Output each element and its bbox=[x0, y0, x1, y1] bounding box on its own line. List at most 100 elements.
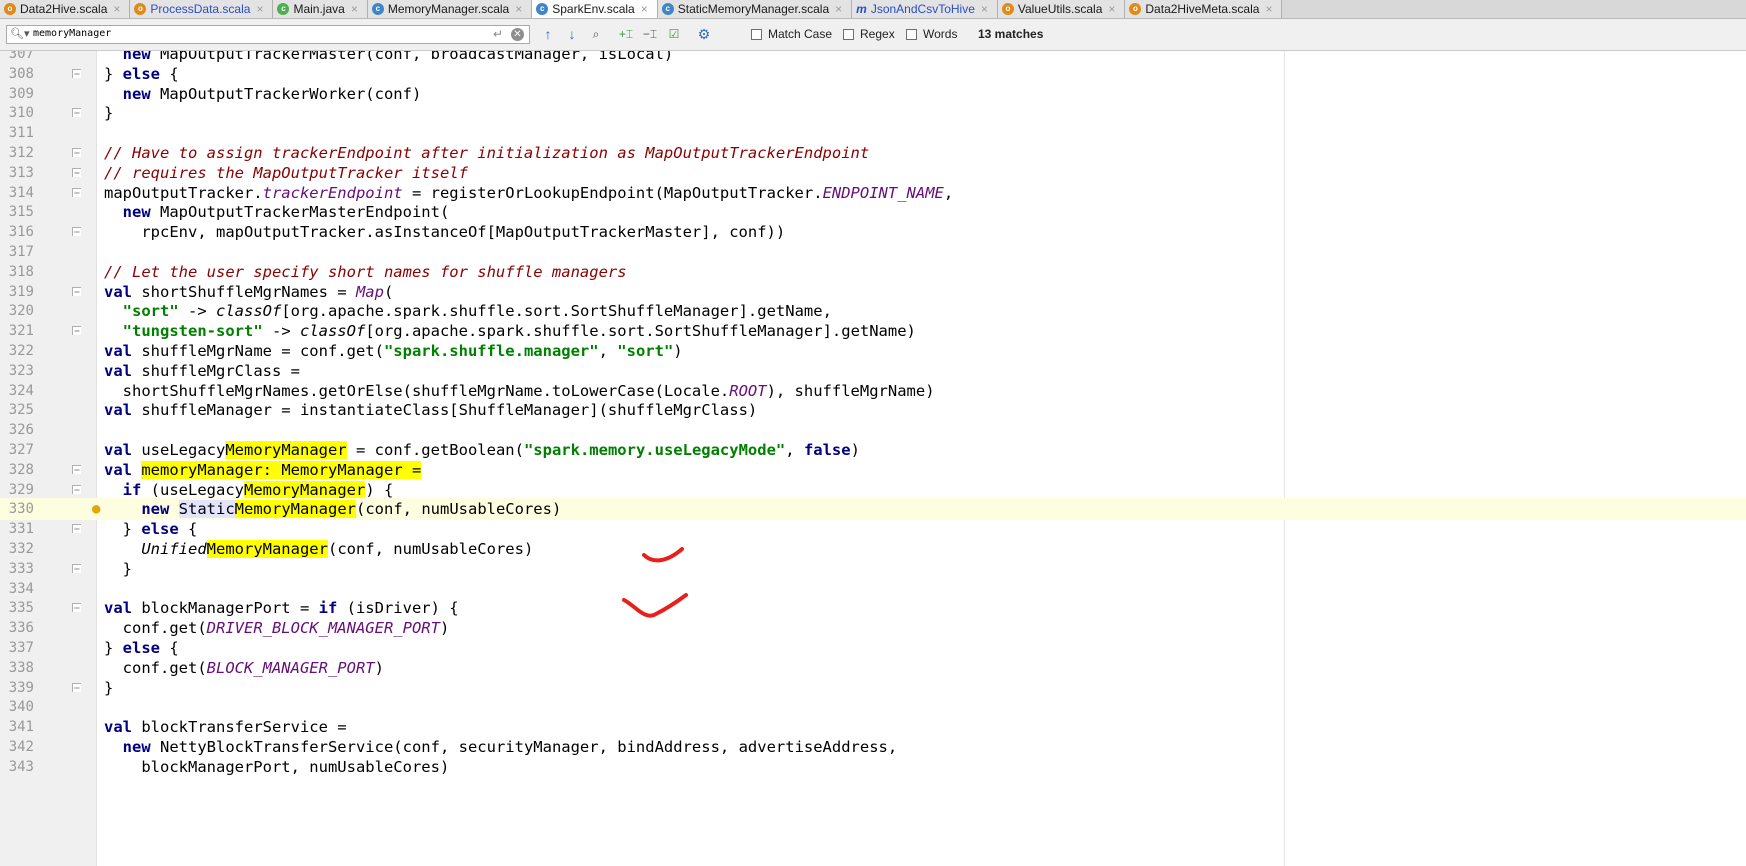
line-number[interactable]: 341 bbox=[0, 716, 34, 738]
line-number[interactable]: 334 bbox=[0, 578, 34, 600]
line-number[interactable]: 337 bbox=[0, 637, 34, 659]
code-line[interactable]: 310} bbox=[0, 102, 1746, 124]
code-line[interactable]: 314 mapOutputTracker.trackerEndpoint = re… bbox=[0, 182, 1746, 204]
code-line[interactable]: 323 val shuffleMgrClass = bbox=[0, 360, 1746, 382]
code-line[interactable]: 318 // Let the user specify short names f… bbox=[0, 261, 1746, 283]
code-editor[interactable]: 307 new MapOutputTrackerMaster(conf, bro… bbox=[0, 51, 1746, 866]
code-line[interactable]: 312 // Have to assign trackerEndpoint aft… bbox=[0, 142, 1746, 164]
code-line[interactable]: 335 val blockManagerPort = if (isDriver) … bbox=[0, 597, 1746, 619]
close-tab-icon[interactable]: × bbox=[1265, 2, 1272, 16]
line-number[interactable]: 313 bbox=[0, 162, 34, 184]
tab-sparkenv-scala[interactable]: c SparkEnv.scala × bbox=[532, 0, 658, 18]
line-number[interactable]: 330 bbox=[0, 498, 34, 520]
line-number[interactable]: 325 bbox=[0, 399, 34, 421]
fold-end-icon[interactable] bbox=[72, 326, 81, 336]
words-checkbox[interactable]: Words bbox=[906, 27, 957, 41]
close-tab-icon[interactable]: × bbox=[1108, 2, 1115, 16]
fold-open-icon[interactable] bbox=[72, 524, 81, 534]
tab-memorymanager-scala[interactable]: c MemoryManager.scala × bbox=[367, 0, 533, 18]
code-line[interactable]: 338 conf.get(BLOCK_MANAGER_PORT) bbox=[0, 657, 1746, 679]
code-line[interactable]: 324 shortShuffleMgrNames.getOrElse(shuff… bbox=[0, 380, 1746, 402]
code-line[interactable]: 320 "sort" -> classOf[org.apache.spark.s… bbox=[0, 300, 1746, 322]
line-number[interactable]: 314 bbox=[0, 182, 34, 204]
line-number[interactable]: 338 bbox=[0, 657, 34, 679]
tab-data2hive-scala[interactable]: o Data2Hive.scala × bbox=[0, 0, 131, 18]
clear-search-icon[interactable]: ✕ bbox=[511, 28, 524, 41]
code-line[interactable]: 334 bbox=[0, 578, 1746, 600]
line-number[interactable]: 318 bbox=[0, 261, 34, 283]
line-number[interactable]: 342 bbox=[0, 736, 34, 758]
line-number[interactable]: 311 bbox=[0, 122, 34, 144]
code-line[interactable]: 317 bbox=[0, 241, 1746, 263]
close-tab-icon[interactable]: × bbox=[113, 2, 120, 16]
close-tab-icon[interactable]: × bbox=[256, 2, 263, 16]
fold-end-icon[interactable] bbox=[72, 563, 81, 573]
line-number[interactable]: 322 bbox=[0, 340, 34, 362]
line-number[interactable]: 331 bbox=[0, 518, 34, 540]
match-case-box[interactable] bbox=[751, 28, 762, 40]
close-tab-icon[interactable]: × bbox=[351, 2, 358, 16]
code-line[interactable]: 311 bbox=[0, 122, 1746, 144]
line-number[interactable]: 321 bbox=[0, 320, 34, 342]
line-number[interactable]: 312 bbox=[0, 142, 34, 164]
tab-processdata-scala[interactable]: o ProcessData.scala × bbox=[130, 0, 274, 18]
line-number[interactable]: 332 bbox=[0, 538, 34, 560]
code-line[interactable]: 326 bbox=[0, 419, 1746, 441]
code-line[interactable]: 308} else { bbox=[0, 63, 1746, 85]
search-input[interactable]: 🔍︎▾ memoryManager ↵ ✕ bbox=[6, 25, 530, 44]
add-selection-button[interactable]: +⌶ bbox=[616, 25, 636, 43]
search-query[interactable]: memoryManager bbox=[33, 28, 111, 39]
find-in-path-button[interactable]: ⌕ bbox=[586, 25, 606, 43]
fold-end-icon[interactable] bbox=[72, 682, 81, 692]
next-occurrence-button[interactable]: ↓ bbox=[562, 25, 582, 43]
line-number[interactable]: 328 bbox=[0, 459, 34, 481]
line-number[interactable]: 320 bbox=[0, 300, 34, 322]
fold-end-icon[interactable] bbox=[72, 167, 81, 177]
code-line[interactable]: 319 val shortShuffleMgrNames = Map( bbox=[0, 281, 1746, 303]
lightbulb-icon[interactable]: ● bbox=[92, 498, 104, 520]
close-tab-icon[interactable]: × bbox=[835, 2, 842, 16]
code-line[interactable]: 339} bbox=[0, 677, 1746, 699]
line-number[interactable]: 343 bbox=[0, 756, 34, 778]
line-number[interactable]: 336 bbox=[0, 617, 34, 639]
fold-open-icon[interactable] bbox=[72, 286, 81, 296]
close-tab-icon[interactable]: × bbox=[515, 2, 522, 16]
code-line[interactable]: 313 // requires the MapOutputTracker itse… bbox=[0, 162, 1746, 184]
code-line[interactable]: 325 val shuffleManager = instantiateClass… bbox=[0, 399, 1746, 421]
line-number[interactable]: 324 bbox=[0, 380, 34, 402]
fold-end-icon[interactable] bbox=[72, 227, 81, 237]
code-line[interactable]: 332 UnifiedMemoryManager(conf, numUsable… bbox=[0, 538, 1746, 560]
tab-data2hivemeta-scala[interactable]: o Data2HiveMeta.scala × bbox=[1125, 0, 1283, 18]
line-number[interactable]: 315 bbox=[0, 201, 34, 223]
code-line[interactable]: 328 val memoryManager: MemoryManager = bbox=[0, 459, 1746, 481]
line-number[interactable]: 340 bbox=[0, 696, 34, 718]
line-number[interactable]: 335 bbox=[0, 597, 34, 619]
line-number[interactable]: 310 bbox=[0, 102, 34, 124]
code-line[interactable]: 343 blockManagerPort, numUsableCores) bbox=[0, 756, 1746, 778]
fold-open-icon[interactable] bbox=[72, 464, 81, 474]
tab-jsonandcsvtohive[interactable]: m JsonAndCsvToHive × bbox=[852, 0, 998, 18]
code-line[interactable]: 322 val shuffleMgrName = conf.get("spark.… bbox=[0, 340, 1746, 362]
regex-box[interactable] bbox=[843, 28, 854, 40]
fold-open-icon[interactable] bbox=[72, 148, 81, 157]
code-line[interactable]: 316 rpcEnv, mapOutputTracker.asInstanceO… bbox=[0, 221, 1746, 243]
select-all-occurrences-button[interactable]: ☑ bbox=[664, 25, 684, 43]
fold-open-icon[interactable] bbox=[72, 484, 81, 494]
code-line[interactable]: 327 val useLegacyMemoryManager = conf.get… bbox=[0, 439, 1746, 461]
words-box[interactable] bbox=[906, 28, 917, 40]
code-line[interactable]: 309 new MapOutputTrackerWorker(conf) bbox=[0, 83, 1746, 105]
fold-open-icon[interactable] bbox=[72, 603, 81, 613]
line-number[interactable]: 329 bbox=[0, 479, 34, 501]
tab-main-java[interactable]: c Main.java × bbox=[273, 0, 368, 18]
tab-staticmemorymanager-scala[interactable]: c StaticMemoryManager.scala × bbox=[657, 0, 853, 18]
close-tab-icon[interactable]: × bbox=[981, 2, 988, 16]
line-number[interactable]: 317 bbox=[0, 241, 34, 263]
code-line[interactable]: 342 new NettyBlockTransferService(conf, … bbox=[0, 736, 1746, 758]
code-line[interactable]: 329 if (useLegacyMemoryManager) { bbox=[0, 479, 1746, 501]
line-number[interactable]: 316 bbox=[0, 221, 34, 243]
match-case-checkbox[interactable]: Match Case bbox=[751, 27, 832, 41]
line-number[interactable]: 309 bbox=[0, 83, 34, 105]
previous-occurrence-button[interactable]: ↑ bbox=[538, 25, 558, 43]
line-number[interactable]: 326 bbox=[0, 419, 34, 441]
fold-open-icon[interactable] bbox=[72, 68, 81, 78]
